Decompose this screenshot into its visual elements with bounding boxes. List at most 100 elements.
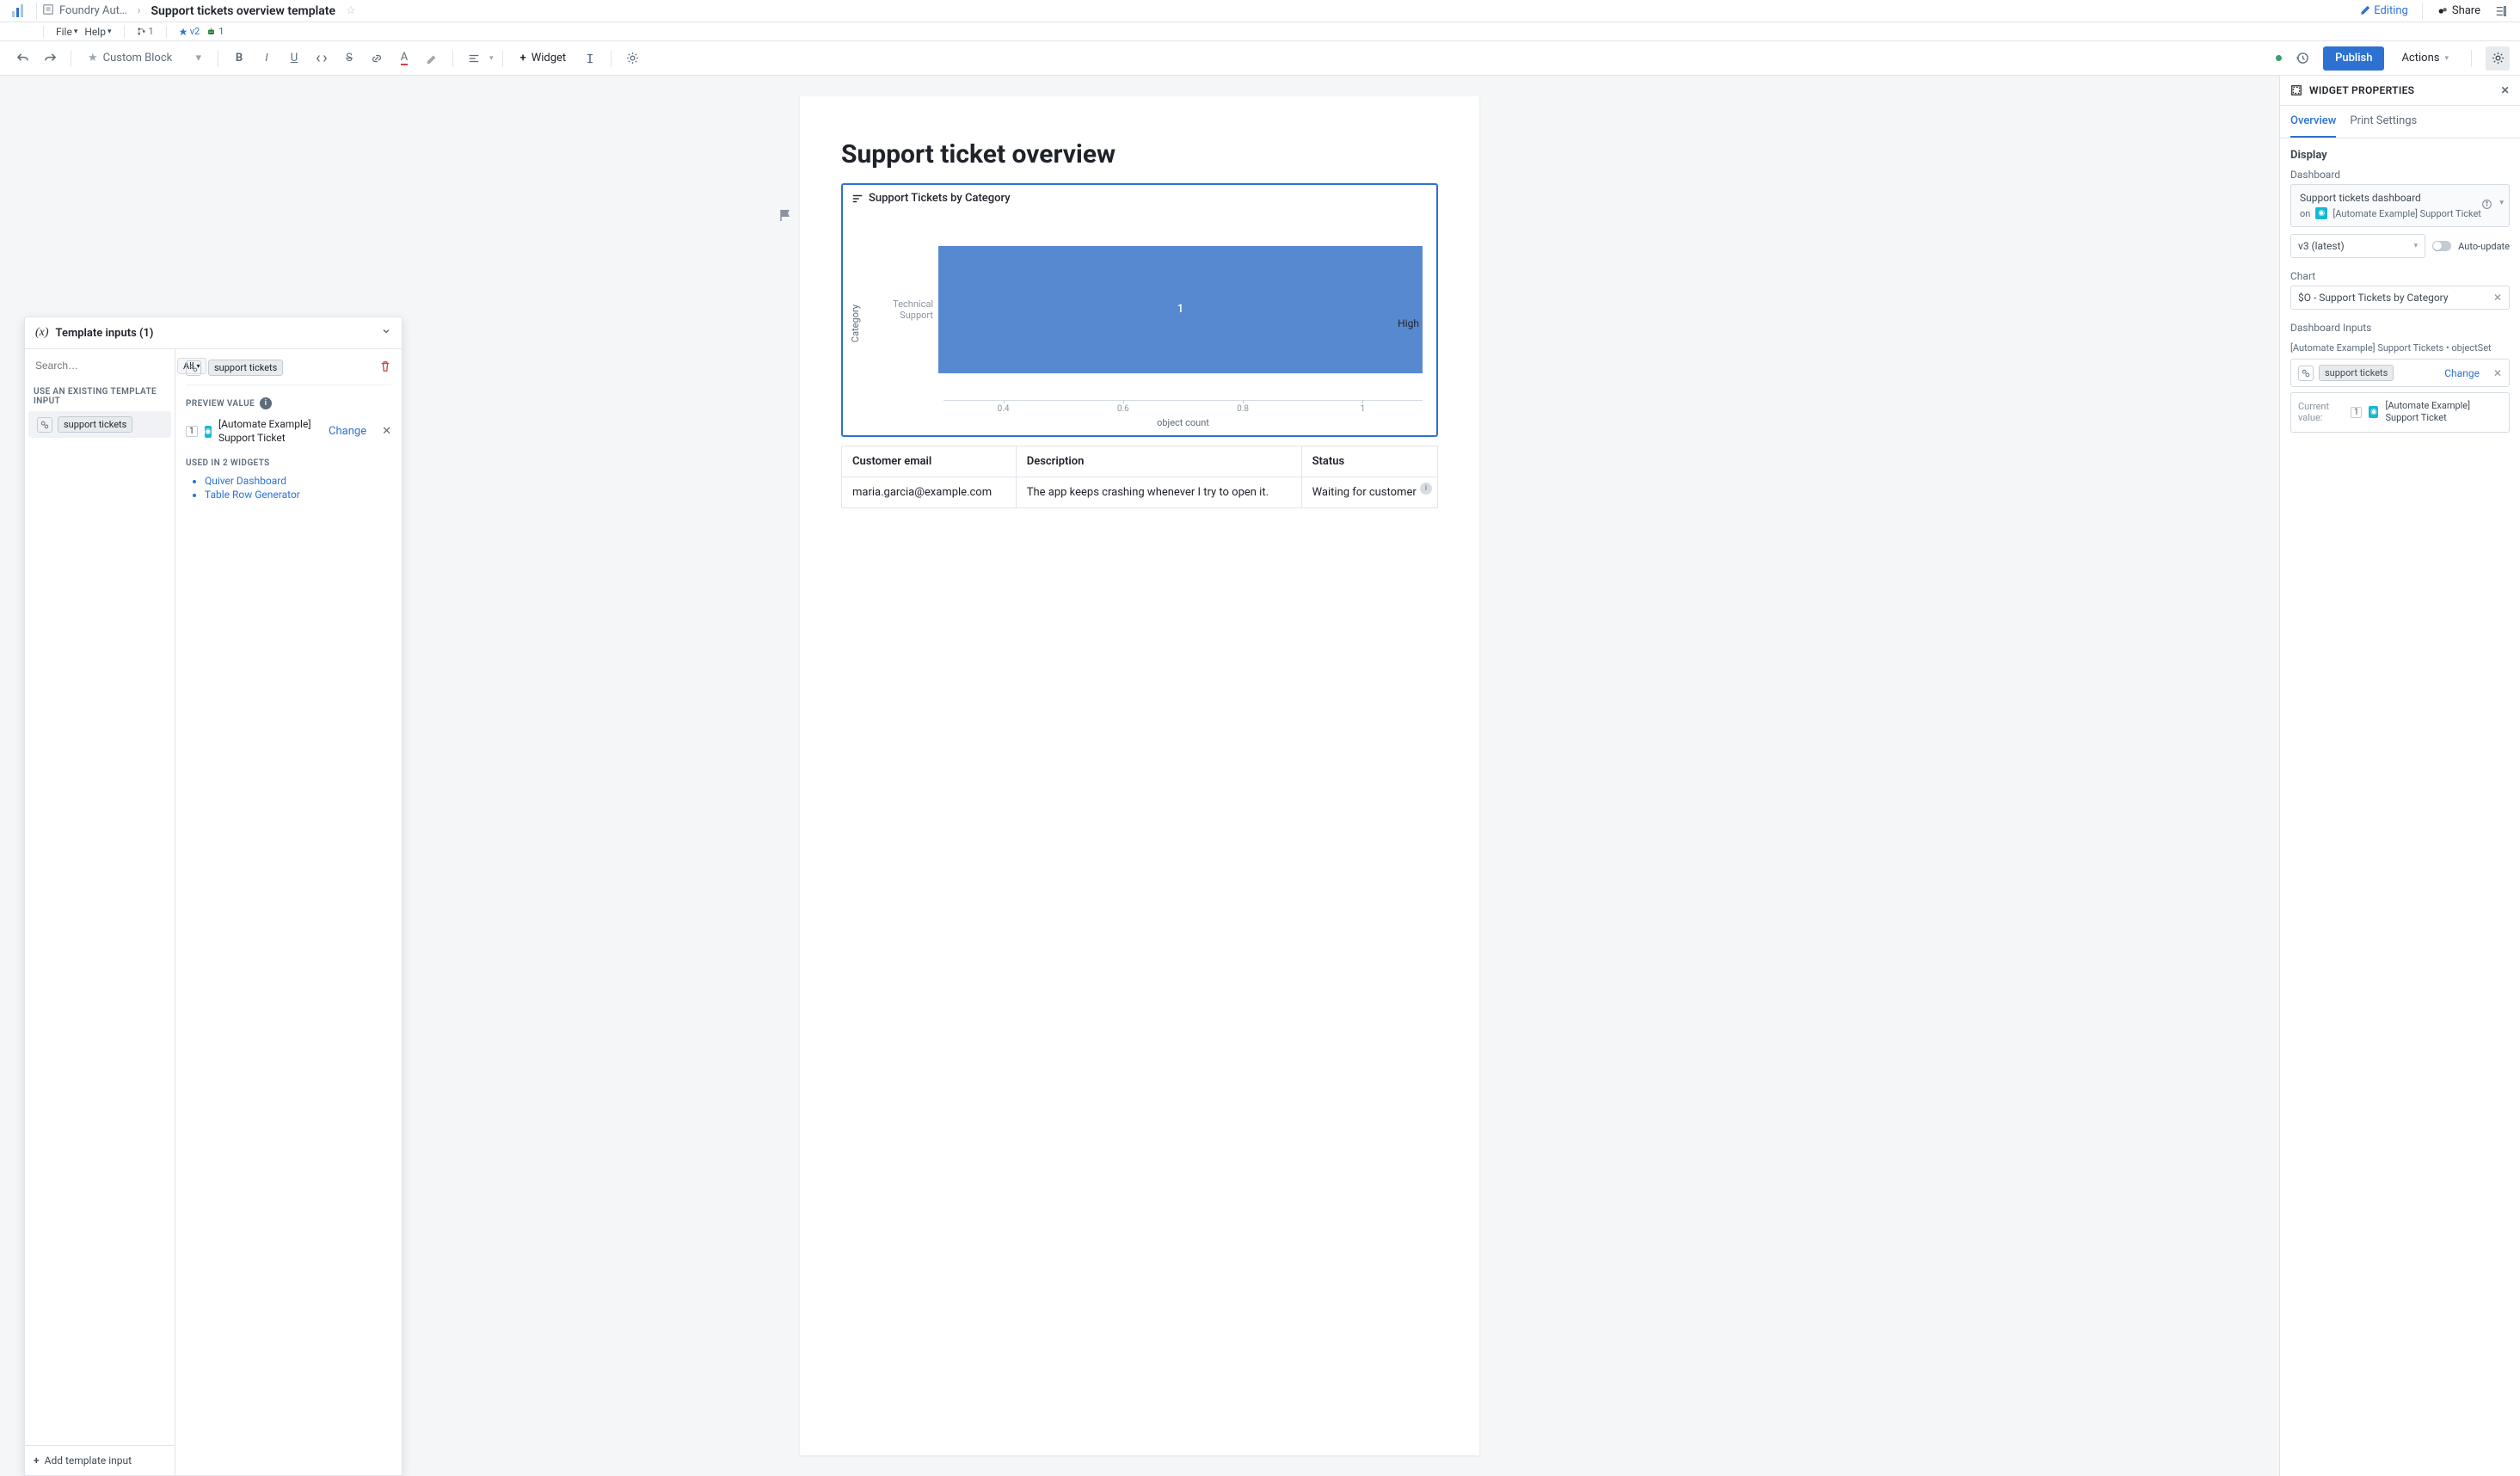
used-in-header: USED IN 2 WIDGETS: [186, 458, 391, 468]
publish-button[interactable]: Publish: [2323, 46, 2384, 71]
panel-title: WIDGET PROPERTIES: [2309, 84, 2414, 96]
object-type-icon: ◉: [2369, 406, 2378, 418]
auto-update-toggle[interactable]: [2432, 241, 2451, 251]
chart-widget[interactable]: Support Tickets by Category Category Tec…: [841, 183, 1438, 437]
code-button[interactable]: [310, 46, 334, 71]
inputs-source: [Automate Example] Support Tickets • obj…: [2290, 342, 2510, 354]
text-color-button[interactable]: A: [392, 46, 416, 71]
chevron-right-icon: ›: [138, 4, 141, 17]
table-row[interactable]: maria.garcia@example.com The app keeps c…: [842, 477, 1438, 508]
add-template-input-button[interactable]: + Add template input: [25, 1445, 175, 1475]
current-value-box: Current value: 1 ◉ [Automate Example] Su…: [2290, 392, 2510, 433]
trash-icon[interactable]: [379, 360, 391, 376]
fx-icon: (x): [35, 326, 49, 340]
display-section-title: Display: [2290, 149, 2510, 162]
strikethrough-button[interactable]: S: [337, 46, 361, 71]
preview-value-header: PREVIEW VALUE: [186, 399, 255, 409]
block-type-select[interactable]: ★ Custom Block ▾: [80, 47, 209, 70]
info-icon[interactable]: i: [1420, 483, 1432, 495]
panel-toggle-icon[interactable]: [2489, 0, 2513, 23]
col-header-desc: Description: [1016, 446, 1301, 477]
italic-button[interactable]: I: [255, 46, 279, 71]
auto-update-label: Auto-update: [2458, 241, 2510, 252]
tab-print-settings[interactable]: Print Settings: [2350, 106, 2417, 138]
preview-count: 1: [186, 426, 198, 437]
close-icon[interactable]: ✕: [2501, 84, 2510, 96]
clear-icon[interactable]: ✕: [2493, 292, 2502, 304]
actions-dropdown[interactable]: Actions ▾: [2393, 46, 2457, 71]
dashboard-card[interactable]: Support tickets dashboard on ◉ [Automate…: [2290, 184, 2510, 227]
gear-icon[interactable]: [620, 46, 644, 71]
table-header-row: Customer email Description Status: [842, 446, 1438, 477]
chart-bar: 1: [938, 246, 1423, 373]
close-icon[interactable]: ✕: [2493, 367, 2502, 379]
cell-status: Waiting for customeri: [1301, 477, 1437, 508]
editing-label: Editing: [2374, 4, 2408, 17]
settings-panel-toggle[interactable]: [2486, 46, 2510, 71]
input-marker-icon[interactable]: [578, 46, 602, 71]
dashboard-name: Support tickets dashboard: [2300, 192, 2500, 204]
object-set-icon: [37, 417, 52, 433]
canvas[interactable]: Support ticket overview Support Tickets …: [0, 76, 2279, 1476]
object-type-icon: ◉: [2315, 207, 2327, 219]
bold-button[interactable]: B: [227, 46, 251, 71]
status-dot: [2276, 55, 2282, 61]
redo-button[interactable]: [38, 46, 62, 71]
chevron-down-icon[interactable]: ▾: [2499, 199, 2504, 212]
branch-badge[interactable]: 1: [137, 26, 154, 37]
add-widget-button[interactable]: + Widget: [512, 46, 575, 71]
object-set-icon: [2298, 366, 2314, 381]
data-table: Customer email Description Status maria.…: [841, 446, 1438, 508]
toolbar: ★ Custom Block ▾ B I U S A ▾ + Widget Pu…: [0, 41, 2520, 76]
top-bar: Foundry Aut… › Support tickets overview …: [0, 0, 2520, 22]
bar-chart-icon: [851, 193, 864, 205]
properties-panel: WIDGET PROPERTIES ✕ Overview Print Setti…: [2279, 76, 2520, 1476]
version-select[interactable]: v3 (latest) ▾: [2290, 234, 2425, 258]
input-chip: support tickets: [2319, 365, 2394, 381]
history-icon[interactable]: [2290, 46, 2314, 71]
widget-icon: [2290, 84, 2302, 96]
file-menu[interactable]: File ▾: [56, 26, 77, 38]
tab-overview[interactable]: Overview: [2290, 106, 2336, 138]
bot-badge[interactable]: 1: [206, 26, 224, 37]
undo-button[interactable]: [10, 46, 34, 71]
underline-button[interactable]: U: [282, 46, 306, 71]
doc-icon: [42, 3, 54, 19]
col-header-email: Customer email: [842, 446, 1017, 477]
dashboard-label: Dashboard: [2290, 169, 2510, 181]
chart-select[interactable]: $O - Support Tickets by Category ✕: [2290, 286, 2510, 310]
used-widget-link[interactable]: Quiver Dashboard: [205, 475, 391, 487]
used-widget-link[interactable]: Table Row Generator: [205, 489, 391, 501]
share-button[interactable]: Share: [2437, 4, 2480, 17]
preview-object-name: [Automate Example] Support Ticket: [218, 418, 315, 445]
template-inputs-panel: (x) Template inputs (1) All ▾ USE AN EXI…: [24, 317, 403, 1476]
info-icon[interactable]: i: [260, 397, 272, 409]
object-set-icon: [186, 360, 201, 376]
star-icon[interactable]: ☆: [346, 4, 356, 17]
info-icon[interactable]: [2481, 199, 2492, 212]
breadcrumb-parent[interactable]: Foundry Aut…: [59, 4, 127, 17]
search-input[interactable]: [32, 356, 172, 375]
dashboard-inputs-label: Dashboard Inputs: [2290, 322, 2510, 334]
close-icon[interactable]: ✕: [382, 425, 391, 438]
dashboard-input-row: support tickets Change ✕: [2290, 359, 2510, 387]
collapse-icon[interactable]: [381, 326, 391, 340]
app-logo: [7, 3, 31, 19]
template-input-item[interactable]: support tickets: [28, 411, 171, 438]
version-badge[interactable]: v2: [179, 26, 200, 37]
breadcrumb: Foundry Aut… › Support tickets overview …: [42, 3, 356, 19]
x-axis-label: object count: [943, 417, 1423, 428]
col-header-status: Status: [1301, 446, 1437, 477]
y-axis-label: Category: [850, 304, 861, 342]
comment-flag-icon[interactable]: [779, 208, 793, 225]
highlight-button[interactable]: [420, 46, 444, 71]
change-button[interactable]: Change: [2444, 367, 2480, 379]
link-button[interactable]: [365, 46, 389, 71]
page-title[interactable]: Support tickets overview template: [151, 4, 335, 18]
help-menu[interactable]: Help ▾: [84, 26, 111, 38]
change-button[interactable]: Change: [329, 425, 366, 438]
editing-mode-button[interactable]: Editing: [2359, 4, 2408, 17]
object-type-icon: ◉: [205, 426, 212, 438]
align-button[interactable]: [462, 46, 486, 71]
document-page: Support ticket overview Support Tickets …: [800, 96, 1479, 1455]
